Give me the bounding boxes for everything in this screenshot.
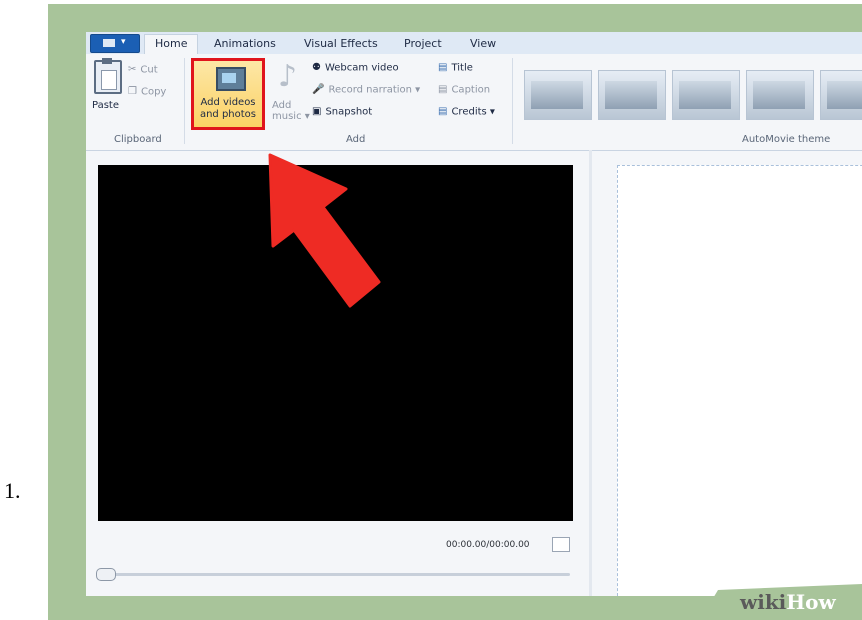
copy-icon: ❐ xyxy=(128,86,137,97)
automovie-theme-thumbnail[interactable] xyxy=(746,70,814,120)
paste-button[interactable]: Paste xyxy=(92,100,119,111)
file-menu-button[interactable]: ▾ xyxy=(90,34,140,53)
automovie-theme-group-label: AutoMovie theme xyxy=(742,134,831,145)
movie-maker-window: ▾ Home Animations Visual Effects Project… xyxy=(86,32,862,596)
automovie-theme-thumbnail[interactable] xyxy=(820,70,862,120)
webcam-icon: ⚉ xyxy=(312,62,321,73)
automovie-theme-thumbnail[interactable] xyxy=(672,70,740,120)
credits-button[interactable]: ▤ Credits ▾ xyxy=(438,106,495,118)
music-note-icon: ♪ xyxy=(278,59,298,94)
scissors-icon: ✂ xyxy=(128,64,137,75)
film-photo-icon xyxy=(216,67,246,91)
webcam-video-button[interactable]: ⚉ Webcam video xyxy=(312,62,399,74)
tab-animations[interactable]: Animations xyxy=(204,35,286,54)
step-number: 1. xyxy=(4,478,21,503)
tab-view[interactable]: View xyxy=(460,35,506,54)
snapshot-button[interactable]: ▣ Snapshot xyxy=(312,106,372,118)
caption-button[interactable]: ▤ Caption xyxy=(438,84,490,96)
title-icon: ▤ xyxy=(438,62,448,73)
video-preview[interactable] xyxy=(98,165,573,521)
snapshot-icon: ▣ xyxy=(312,106,322,117)
add-music-button[interactable]: Add music ▾ xyxy=(272,100,310,122)
automovie-theme-thumbnail[interactable] xyxy=(598,70,666,120)
seek-slider-thumb[interactable] xyxy=(96,568,116,581)
file-menu-icon xyxy=(103,39,115,47)
cut-button[interactable]: ✂ Cut xyxy=(128,64,158,76)
playback-timecode: 00:00.00/00:00.00 xyxy=(446,540,530,550)
wikihow-watermark: wikiHow xyxy=(740,590,836,614)
storyboard-pane[interactable] xyxy=(617,165,862,596)
chevron-down-icon: ▾ xyxy=(121,37,126,47)
tab-visual-effects[interactable]: Visual Effects xyxy=(294,35,388,54)
tab-home[interactable]: Home xyxy=(144,34,199,54)
add-videos-and-photos-button[interactable]: Add videos and photos xyxy=(191,58,265,130)
record-narration-button[interactable]: 🎤 Record narration ▾ xyxy=(312,84,420,96)
copy-button[interactable]: ❐ Copy xyxy=(128,86,166,98)
pane-splitter[interactable] xyxy=(589,150,592,596)
automovie-theme-thumbnail[interactable] xyxy=(524,70,592,120)
clipboard-group-label: Clipboard xyxy=(114,134,162,145)
microphone-icon: 🎤 xyxy=(312,84,325,95)
title-button[interactable]: ▤ Title xyxy=(438,62,473,74)
caption-icon: ▤ xyxy=(438,84,448,95)
seek-slider-track[interactable] xyxy=(98,573,570,576)
add-group-label: Add xyxy=(346,134,366,145)
fullscreen-preview-button[interactable] xyxy=(552,537,570,552)
paste-icon[interactable] xyxy=(94,58,122,94)
credits-icon: ▤ xyxy=(438,106,448,117)
tab-project[interactable]: Project xyxy=(394,35,452,54)
ribbon-tab-bar: ▾ Home Animations Visual Effects Project… xyxy=(86,32,862,55)
ribbon: Paste ✂ Cut ❐ Copy Clipboard Add videos an… xyxy=(86,54,862,151)
